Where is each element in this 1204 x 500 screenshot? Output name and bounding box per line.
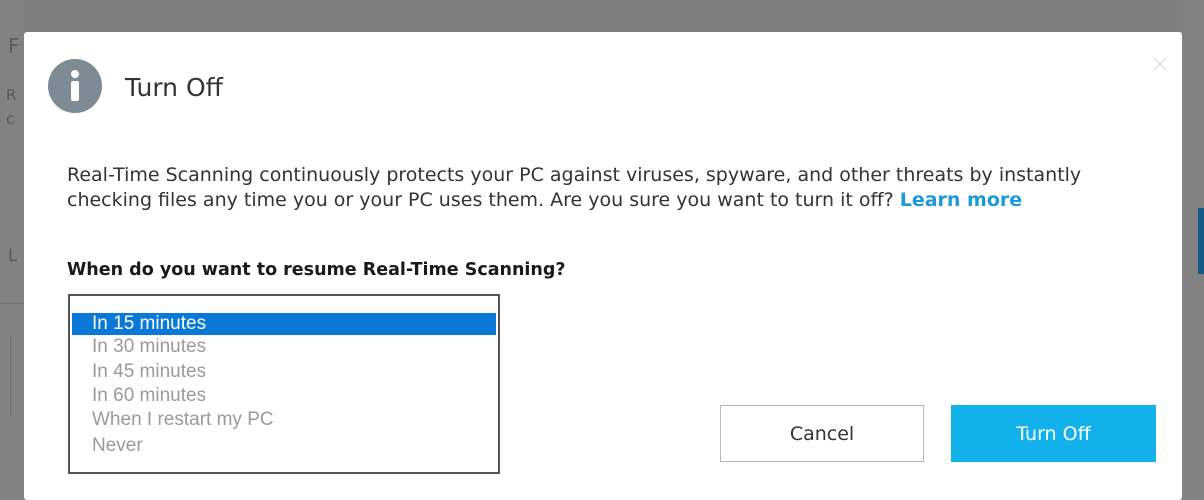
resume-time-listbox[interactable]: In 15 minutes In 30 minutes In 45 minute…	[68, 294, 500, 474]
resume-option-never[interactable]: Never	[72, 435, 496, 457]
dialog-description: Real-Time Scanning continuously protects…	[67, 163, 1147, 213]
background-glyph: L	[8, 246, 18, 266]
background-divider	[0, 303, 24, 304]
resume-option-15-minutes[interactable]: In 15 minutes	[72, 313, 496, 335]
turn-off-dialog: Turn Off Real-Time Scanning continuously…	[24, 32, 1182, 500]
turn-off-button[interactable]: Turn Off	[951, 405, 1156, 462]
background-glyph: R	[6, 86, 17, 104]
resume-option-30-minutes[interactable]: In 30 minutes	[72, 336, 496, 358]
background-accent-strip	[1198, 208, 1204, 274]
dialog-title: Turn Off	[125, 73, 223, 102]
info-icon	[48, 59, 102, 113]
resume-option-restart[interactable]: When I restart my PC	[72, 409, 496, 431]
close-icon[interactable]	[1148, 52, 1172, 76]
background-glyph: F	[8, 34, 20, 58]
resume-question: When do you want to resume Real-Time Sca…	[67, 260, 566, 280]
background-glyph: c	[6, 110, 15, 128]
resume-option-60-minutes[interactable]: In 60 minutes	[72, 385, 496, 407]
cancel-button[interactable]: Cancel	[720, 405, 924, 462]
background-divider	[10, 336, 11, 416]
resume-option-45-minutes[interactable]: In 45 minutes	[72, 361, 496, 383]
learn-more-link[interactable]: Learn more	[900, 189, 1022, 211]
